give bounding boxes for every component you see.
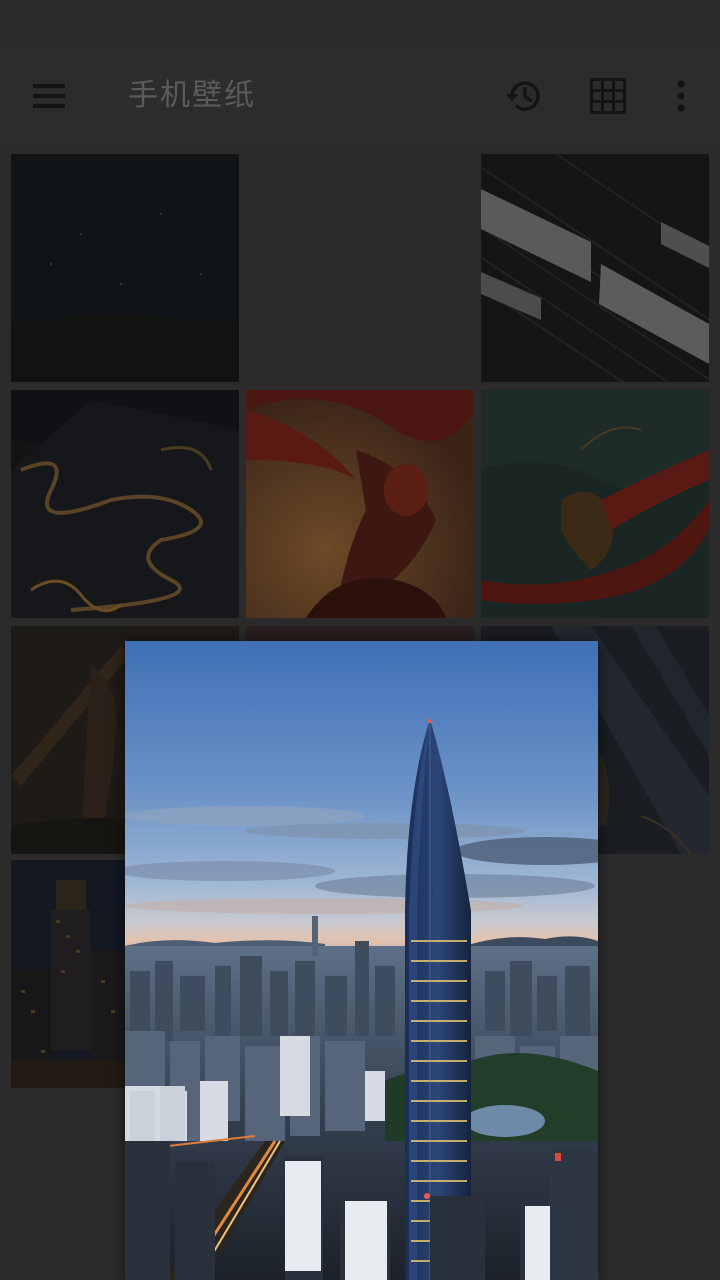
menu-button[interactable] — [21, 68, 77, 124]
app-screen: 手机壁纸 — [0, 0, 720, 1280]
history-button[interactable] — [496, 68, 552, 124]
more-options-button[interactable] — [653, 68, 709, 124]
history-icon — [506, 81, 540, 111]
city-skyline-image — [125, 641, 598, 1280]
grid-view-icon — [590, 78, 626, 114]
page-title: 手机壁纸 — [128, 78, 256, 113]
wallpaper-thumbnail[interactable] — [11, 154, 239, 382]
wallpaper-thumbnail[interactable] — [11, 390, 239, 618]
night-sky-image — [11, 154, 239, 382]
toolbar: 手机壁纸 — [0, 48, 720, 145]
status-bar — [0, 0, 720, 48]
menu-icon — [33, 84, 65, 108]
wallpaper-thumbnail[interactable] — [481, 154, 709, 382]
monkey-king-teal-image — [481, 390, 709, 618]
more-vert-icon — [677, 80, 685, 112]
monkey-king-red-image — [246, 390, 474, 618]
wallpaper-thumbnail[interactable] — [481, 390, 709, 618]
grid-view-button[interactable] — [580, 68, 636, 124]
wallpaper-preview[interactable] — [125, 641, 598, 1280]
wood-planks-image — [481, 154, 709, 382]
mountain-road-image — [11, 390, 239, 618]
wallpaper-thumbnail[interactable] — [246, 390, 474, 618]
